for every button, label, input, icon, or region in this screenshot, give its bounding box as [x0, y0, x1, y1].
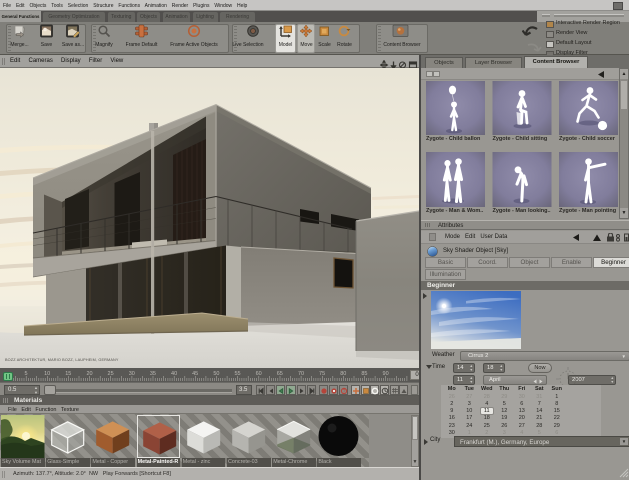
svg-text:?: ?	[342, 389, 345, 395]
svg-text:BOZZ ARCHITEKTUR, MARIO BOZZ,: BOZZ ARCHITEKTUR, MARIO BOZZ, LAUPHEIM, …	[5, 358, 119, 362]
